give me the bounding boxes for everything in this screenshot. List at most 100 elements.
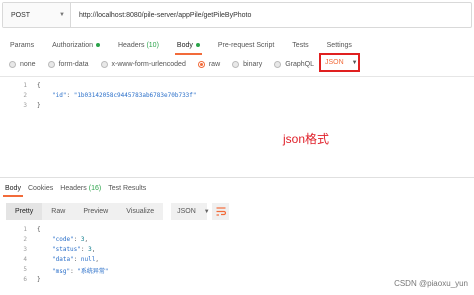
tab-params-label: Params <box>10 41 35 49</box>
response-toolbar: Pretty Raw Preview Visualize JSON ▼ <box>6 203 230 220</box>
code-line: "id": "1b03142058c9445783ab6783e70b733f" <box>52 92 197 99</box>
body-option-label: GraphQL <box>285 60 314 68</box>
button-label: Preview <box>83 208 109 215</box>
annotation-text: json格式 <box>283 132 330 146</box>
tab-body-label: Body <box>176 41 193 49</box>
response-tabs: Body Cookies Headers (16) Test Results <box>0 180 474 197</box>
code-brace: { <box>37 226 41 233</box>
request-url-bar: POST ▼ http://localhost:8080/pile-server… <box>2 2 472 28</box>
body-option-label: binary <box>243 60 263 68</box>
tab-headers[interactable]: Headers (10) <box>118 36 159 54</box>
chevron-down-icon: ▼ <box>203 208 210 215</box>
json-key: "msg" <box>52 268 71 275</box>
status-dot-icon <box>195 43 200 47</box>
line-number: 2 <box>23 92 27 99</box>
body-option-label: x-www-form-urlencoded <box>111 60 186 68</box>
tab-label: Headers <box>60 184 87 192</box>
json-key: "status" <box>52 246 81 253</box>
body-option-label: form-data <box>58 60 89 68</box>
view-raw-button[interactable]: Raw <box>42 203 75 220</box>
body-option-binary[interactable]: binary <box>232 60 263 68</box>
line-number: 3 <box>23 102 27 109</box>
tab-response-cookies[interactable]: Cookies <box>28 180 53 196</box>
body-option-none[interactable]: none <box>9 60 36 68</box>
button-label: Raw <box>51 208 66 215</box>
radio-icon <box>47 60 55 68</box>
line-number: 2 <box>23 236 27 243</box>
body-option-graphql[interactable]: GraphQL <box>274 60 314 68</box>
tab-authorization-label: Authorization <box>52 41 93 49</box>
tab-headers-label: Headers <box>117 41 145 49</box>
tab-pre-request-script[interactable]: Pre-request Script <box>218 36 274 54</box>
tab-label: Body <box>5 184 21 192</box>
tab-authorization[interactable]: Authorization <box>52 36 100 54</box>
line-number: 5 <box>23 266 27 273</box>
body-option-label: raw <box>208 60 221 68</box>
tab-params[interactable]: Params <box>10 36 34 54</box>
tab-settings[interactable]: Settings <box>327 36 352 54</box>
wrap-lines-button[interactable] <box>212 203 230 220</box>
code-line: "data": null, <box>52 256 99 263</box>
request-body-editor[interactable]: 1 2 3 { "id": "1b03142058c9445783ab6783e… <box>0 78 474 170</box>
code-brace: } <box>37 276 41 283</box>
json-key: "data" <box>52 256 74 263</box>
tab-tests[interactable]: Tests <box>292 36 308 54</box>
body-format-select[interactable]: JSON ▼ <box>319 53 360 72</box>
code-brace: } <box>37 102 41 109</box>
button-label: Pretty <box>15 208 34 215</box>
method-select[interactable]: POST ▼ <box>3 3 71 27</box>
line-number: 6 <box>23 276 27 283</box>
tab-response-body[interactable]: Body <box>3 180 23 197</box>
tab-label: Test Results <box>108 184 147 192</box>
radio-icon <box>274 60 282 68</box>
format-label: JSON <box>177 208 196 215</box>
json-value: "系统异常" <box>77 268 109 275</box>
line-number: 4 <box>23 256 27 263</box>
tab-settings-label: Settings <box>326 41 352 49</box>
chevron-down-icon: ▼ <box>351 59 358 66</box>
radio-icon <box>9 60 16 68</box>
view-pretty-button[interactable]: Pretty <box>6 203 43 220</box>
radio-selected-icon <box>197 60 205 68</box>
tab-pre-request-script-label: Pre-request Script <box>217 41 275 49</box>
body-type-options: none form-data x-www-form-urlencoded raw… <box>0 56 474 72</box>
chevron-down-icon: ▼ <box>59 12 65 18</box>
json-value: null <box>80 256 96 263</box>
line-number: 1 <box>23 226 27 233</box>
body-option-form-data[interactable]: form-data <box>47 60 89 68</box>
wrap-lines-icon <box>216 207 226 216</box>
line-number: 1 <box>23 82 27 89</box>
body-format-label: JSON <box>325 59 344 66</box>
tab-response-headers[interactable]: Headers (16) <box>60 180 101 196</box>
watermark-text: CSDN @piaoxu_yun <box>394 279 468 288</box>
divider <box>0 76 474 77</box>
body-option-label: none <box>20 60 36 68</box>
button-label: Visualize <box>126 208 155 215</box>
view-preview-button[interactable]: Preview <box>74 203 118 220</box>
json-key: "id" <box>52 92 67 99</box>
body-option-raw[interactable]: raw <box>197 60 221 68</box>
json-value: "1b03142058c9445783ab6783e70b733f" <box>73 92 197 99</box>
radio-icon <box>232 60 240 68</box>
tab-tests-label: Tests <box>292 41 309 49</box>
json-colon: : <box>66 92 71 99</box>
tab-label: Cookies <box>27 184 54 192</box>
url-input[interactable]: http://localhost:8080/pile-server/appPil… <box>71 3 471 27</box>
method-label: POST <box>11 11 31 19</box>
status-dot-icon <box>95 43 100 47</box>
request-tabs: Params Authorization Headers (10) Body Pr… <box>0 36 474 55</box>
tab-count: (16) <box>88 184 102 192</box>
view-visualize-button[interactable]: Visualize <box>117 203 164 220</box>
code-line: "status": 3, <box>52 246 96 253</box>
response-format-select[interactable]: JSON ▼ <box>171 203 210 220</box>
code-line: "code": 3, <box>52 236 89 243</box>
code-brace: { <box>37 82 41 89</box>
url-text: http://localhost:8080/pile-server/appPil… <box>79 11 252 19</box>
divider <box>0 177 474 178</box>
radio-icon <box>100 60 108 68</box>
body-option-urlencoded[interactable]: x-www-form-urlencoded <box>100 60 186 68</box>
tab-body[interactable]: Body <box>174 36 202 55</box>
tab-response-test-results[interactable]: Test Results <box>108 180 146 196</box>
line-number: 3 <box>23 246 27 253</box>
tab-headers-count: (10) <box>146 41 159 49</box>
